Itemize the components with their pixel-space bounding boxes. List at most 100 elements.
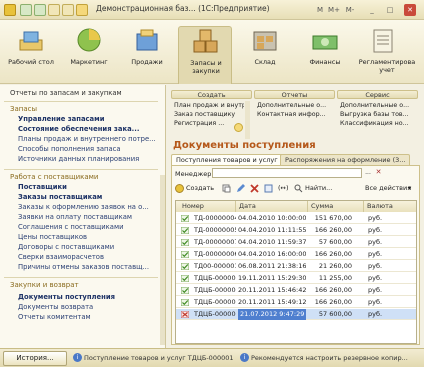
action-item[interactable]: Регистрация ... — [174, 120, 232, 127]
chevron-down-icon[interactable]: ▾ — [408, 182, 411, 194]
minimize-button[interactable]: _ — [366, 4, 378, 16]
table-row[interactable]: ТД-00000005 04.04.2010 11:11:55 166 260,00… — [176, 225, 416, 236]
table-row[interactable]: ТДЦБ-000003 20.11.2011 15:49:12 166 260,00… — [176, 297, 416, 308]
cell-sum: 57 600,00 — [318, 238, 352, 246]
back-icon[interactable] — [20, 4, 32, 16]
nav-item[interactable]: Способы пополнения запаса — [18, 145, 158, 153]
forward-icon[interactable] — [34, 4, 46, 16]
clear-icon[interactable]: ✕ — [374, 168, 383, 178]
history-button[interactable]: История... — [3, 351, 67, 366]
sidebar-scrollbar[interactable] — [160, 175, 165, 345]
status-message[interactable]: Рекомендуется настроить резервное копир.… — [251, 354, 419, 362]
status-message[interactable]: Поступление товаров и услуг ТДЦБ-000001.… — [84, 354, 234, 362]
column-header-number[interactable]: Номер — [176, 201, 236, 212]
scrollbar[interactable] — [245, 101, 250, 139]
nav-item[interactable]: Сверки взаиморасчетов — [18, 253, 158, 261]
action-item[interactable]: Контактная инфор... — [257, 111, 327, 118]
memory-button[interactable]: M — [314, 4, 326, 16]
column-header-sum[interactable]: Сумма — [308, 201, 364, 212]
action-box-service: Сервис Дополнительные о... Выгрузка базы… — [337, 90, 418, 142]
table-row[interactable]: ТД-00000007 04.04.2010 11:59:37 57 600,00 р… — [176, 237, 416, 248]
nav-item[interactable]: Отчеты комитентам — [18, 313, 158, 321]
find-icon[interactable] — [294, 184, 303, 193]
app-logo-icon[interactable] — [4, 4, 16, 16]
create-icon[interactable] — [175, 184, 184, 193]
action-item[interactable]: Дополнительные о... — [257, 102, 327, 109]
edit-icon[interactable] — [236, 184, 245, 193]
section-regulated-accounting[interactable]: Регламентирова учет — [356, 26, 418, 84]
section-desktop[interactable]: Рабочий стол — [4, 26, 58, 84]
create-button[interactable]: Создать — [186, 182, 214, 194]
table-row[interactable]: ТДЦБ-000001 19.11.2011 15:29:30 11 255,00 р… — [176, 273, 416, 284]
manager-label: Менеджер: — [175, 170, 214, 178]
nav-item[interactable]: Документы поступления — [18, 293, 158, 301]
table-row[interactable]: ТД-00000004 04.04.2010 10:00:00 151 670,00… — [176, 213, 416, 224]
nav-item[interactable]: Цены поставщиков — [18, 233, 158, 241]
info-icon: i — [73, 353, 82, 362]
action-item[interactable]: Дополнительные о... — [340, 102, 410, 109]
posted-document-icon — [181, 263, 189, 270]
nav-item[interactable]: Заказы к оформлению заявок на о... — [18, 203, 158, 211]
desktop-icon — [19, 31, 43, 51]
all-actions-button[interactable]: Все действия — [365, 182, 411, 194]
action-box-title: Отчеты — [254, 90, 335, 99]
maximize-button[interactable]: □ — [384, 4, 396, 16]
table-row[interactable]: ТДЦБ-000002 20.11.2011 15:46:42 166 260,00… — [176, 285, 416, 296]
status-bar: История... i Поступление товаров и услуг… — [0, 348, 424, 367]
cell-date: 06.08.2011 21:38:16 — [238, 262, 306, 270]
section-finance[interactable]: Финансы — [298, 26, 352, 84]
table-row[interactable]: ТДЦБ-000001 21.07.2012 9:47:29 57 600,00 ру… — [176, 309, 416, 320]
nav-item[interactable]: Соглашения с поставщиками — [18, 223, 158, 231]
section-warehouse[interactable]: Склад — [238, 26, 292, 84]
select-button[interactable]: ... — [363, 168, 373, 178]
cell-num: ТДЦБ-000001 — [194, 310, 236, 318]
nav-item[interactable]: Договоры с поставщиками — [18, 243, 158, 251]
action-item[interactable]: Классификация но... — [340, 120, 410, 127]
posted-document-icon — [181, 215, 189, 222]
favorites-icon[interactable] — [76, 4, 88, 16]
nav-item[interactable]: Источники данных планирования — [18, 155, 158, 163]
memory-minus-button[interactable]: M- — [344, 4, 356, 16]
nav-item[interactable]: Причины отмены заказов поставщ... — [18, 263, 158, 271]
more-icon[interactable] — [234, 123, 243, 132]
nav-item[interactable]: Заявки на оплату поставщикам — [18, 213, 158, 221]
section-sales[interactable]: Продажи — [120, 26, 174, 84]
copy-icon[interactable] — [222, 184, 231, 193]
memory-plus-button[interactable]: M+ — [328, 4, 340, 16]
section-marketing[interactable]: Маркетинг — [62, 26, 116, 84]
history-icon[interactable] — [62, 4, 74, 16]
table-row[interactable]: ТД-00000006 04.04.2010 16:00:00 166 260,00… — [176, 249, 416, 260]
reports-link[interactable]: Отчеты по запасам и закупкам — [10, 89, 122, 97]
list-panel: Менеджер: ... ✕ Создать (↔) Найти... Все… — [171, 165, 420, 345]
column-header-currency[interactable]: Валюта — [364, 201, 416, 212]
posted-document-icon — [181, 239, 189, 246]
post-icon[interactable] — [264, 184, 273, 193]
regulated-accounting-icon — [373, 29, 393, 53]
action-item[interactable]: План продаж и внутренн... — [174, 102, 244, 109]
action-box-reports: Отчеты Дополнительные о... Контактная ин… — [254, 90, 335, 142]
find-button[interactable]: Найти... — [305, 182, 332, 194]
action-item[interactable]: Заказ поставщику — [174, 111, 244, 118]
cell-num: ТДЦБ-000002 — [194, 286, 236, 294]
refresh-icon[interactable]: (↔) — [278, 182, 289, 194]
documents-table[interactable]: Номер Дата Сумма Валюта ТД-00000004 04.04… — [175, 200, 417, 344]
nav-item[interactable]: Заказы поставщикам — [18, 193, 158, 201]
home-icon[interactable] — [48, 4, 60, 16]
cell-cur: руб. — [368, 274, 383, 282]
section-stock-purchases[interactable]: Запасы и закупки — [178, 26, 232, 84]
action-item[interactable]: Выгрузка базы тов... — [340, 111, 410, 118]
delete-icon[interactable] — [250, 184, 259, 193]
table-row[interactable]: ТД00-000001 06.08.2011 21:38:16 21 260,00 р… — [176, 261, 416, 272]
nav-item[interactable]: Планы продаж и внутреннего потре... — [18, 135, 158, 143]
unposted-document-icon — [181, 311, 189, 318]
close-button[interactable]: ✕ — [404, 4, 416, 16]
nav-item[interactable]: Поставщики — [18, 183, 158, 191]
nav-item[interactable]: Управление запасами — [18, 115, 158, 123]
nav-item[interactable]: Документы возврата — [18, 303, 158, 311]
column-header-date[interactable]: Дата — [236, 201, 308, 212]
nav-item[interactable]: Состояние обеспечения зака... — [18, 125, 158, 133]
action-box-title: Создать — [171, 90, 252, 99]
cell-sum: 166 260,00 — [314, 298, 352, 306]
manager-field[interactable] — [212, 168, 362, 178]
group-title-stock: Запасы — [10, 105, 38, 113]
